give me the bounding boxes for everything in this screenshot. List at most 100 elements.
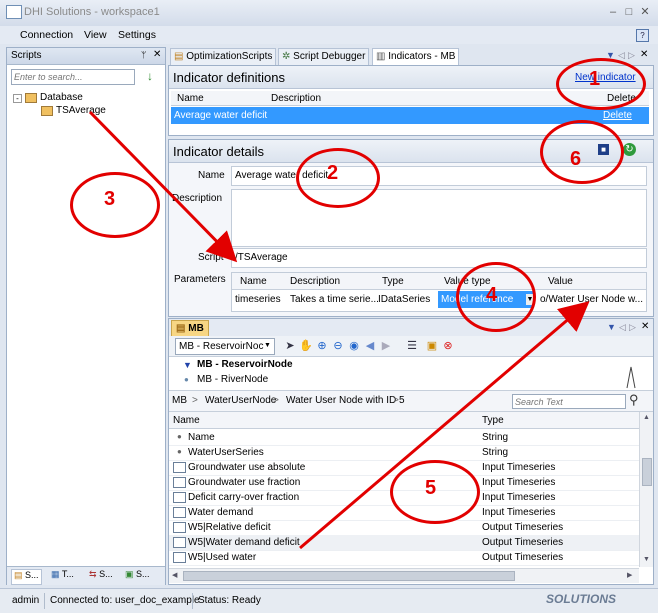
close-icon[interactable]: ✕ xyxy=(153,49,161,60)
delete-icon[interactable]: ⊗ xyxy=(441,339,455,353)
tab-timeseries[interactable]: ▦ T... xyxy=(51,569,74,583)
scroll-right-icon[interactable]: ▶ xyxy=(627,571,632,579)
map-view[interactable] xyxy=(304,357,652,389)
breadcrumb-separator: > xyxy=(273,395,279,406)
close-icon[interactable]: ✕ xyxy=(638,5,652,19)
chart-icon: ▦ xyxy=(51,569,60,579)
tab-dropdown-icon[interactable]: ▼ xyxy=(607,322,616,332)
timeseries-icon xyxy=(173,462,186,473)
property-row[interactable]: W5|Relative deficit Output Timeseries xyxy=(169,520,639,536)
restore-icon[interactable]: □ xyxy=(622,5,636,19)
breadcrumb-item[interactable]: MB xyxy=(172,395,187,406)
pan-icon[interactable]: ✋ xyxy=(299,339,313,353)
tree-item-database[interactable]: Database xyxy=(40,92,83,103)
tab-mb[interactable]: ▤ MB xyxy=(171,320,209,337)
param-value[interactable]: o/Water User Node w... xyxy=(540,294,643,305)
forward-icon[interactable]: ▶ xyxy=(379,339,393,353)
scripts-panel-title: Scripts xyxy=(11,50,42,61)
param-name: timeseries xyxy=(235,294,281,305)
edit-icon[interactable]: ▣ xyxy=(425,339,439,353)
node-list: ▼ MB - ReservoirNode ● MB - RiverNode xyxy=(169,357,304,389)
tab-optimization-scripts[interactable]: ▤ OptimizationScripts xyxy=(170,48,277,65)
breadcrumb-item[interactable]: WaterUserNode xyxy=(205,395,276,406)
param-col-description[interactable]: Description xyxy=(290,276,340,287)
menu-connection[interactable]: Connection xyxy=(20,29,73,41)
scripts-panel-header: Scripts ᛘ ✕ xyxy=(7,48,165,65)
definitions-title: Indicator definitions xyxy=(173,70,286,85)
col-description[interactable]: Description xyxy=(271,93,321,104)
param-col-type[interactable]: Type xyxy=(382,276,404,287)
scroll-down-icon[interactable]: ▼ xyxy=(643,556,650,563)
scroll-thumb[interactable] xyxy=(642,458,652,486)
annotation-circle-6 xyxy=(540,120,624,184)
param-col-value[interactable]: Value xyxy=(548,276,573,287)
tab-script-debugger[interactable]: ✲ Script Debugger xyxy=(278,48,370,65)
scroll-thumb[interactable] xyxy=(183,571,515,581)
menu-view[interactable]: View xyxy=(84,29,107,41)
search-icon[interactable]: ⚲ xyxy=(629,392,639,408)
tab-prev-icon[interactable]: ◁ xyxy=(619,322,626,333)
river-icon: ● xyxy=(184,375,189,384)
horizontal-scrollbar[interactable]: ◀ ▶ xyxy=(169,568,639,583)
scripts-search-box[interactable] xyxy=(11,69,135,85)
properties-search-input[interactable] xyxy=(513,395,625,408)
property-row[interactable]: ● WaterUserSeries String xyxy=(169,445,639,461)
layers-icon[interactable]: ☰ xyxy=(405,339,419,353)
param-type: IDataSeries xyxy=(378,294,431,305)
minimize-icon[interactable]: – xyxy=(606,5,620,19)
property-type: Output Timeseries xyxy=(482,537,564,548)
tab-s3[interactable]: ▣ S... xyxy=(125,569,150,583)
tab-next-icon[interactable]: ▷ xyxy=(628,50,635,61)
parameter-row[interactable]: timeseries Takes a time serie... IDataSe… xyxy=(232,291,646,309)
tab-label: S... xyxy=(99,569,113,579)
help-icon[interactable]: ? xyxy=(636,29,649,42)
back-icon[interactable]: ◀ xyxy=(363,339,377,353)
prop-col-type[interactable]: Type xyxy=(482,415,504,426)
scripts-search-input[interactable] xyxy=(12,70,134,84)
refresh-icon[interactable]: ↻ xyxy=(623,143,636,156)
tab-next-icon[interactable]: ▷ xyxy=(629,322,636,333)
properties-search-box[interactable] xyxy=(512,394,626,409)
script-label: Script xyxy=(198,252,224,263)
pointer-icon[interactable]: ➤ xyxy=(283,339,297,353)
script-field[interactable]: /TSAverage xyxy=(231,248,647,268)
scroll-left-icon[interactable]: ◀ xyxy=(172,571,177,579)
prop-col-name[interactable]: Name xyxy=(173,415,200,426)
zoom-in-icon[interactable]: ⊕ xyxy=(315,339,329,353)
collapse-icon[interactable]: - xyxy=(13,94,22,103)
property-row[interactable]: W5|Water demand deficit Output Timeseries xyxy=(169,535,639,551)
title-bar: DHI Solutions - workspace1 – □ ✕ xyxy=(0,0,658,27)
tab-scripts[interactable]: ▤ S... xyxy=(11,569,42,585)
script-field-value: /TSAverage xyxy=(235,252,288,263)
pin-icon[interactable]: ᛘ xyxy=(141,50,146,60)
property-name: Name xyxy=(188,432,215,443)
tab-s2[interactable]: ⇆ S... xyxy=(89,569,113,583)
zoom-out-icon[interactable]: ⊖ xyxy=(331,339,345,353)
download-icon[interactable]: ↓ xyxy=(147,69,153,83)
property-row[interactable]: W5|Used water Output Timeseries xyxy=(169,550,639,566)
property-type: Output Timeseries xyxy=(482,522,564,533)
delete-link[interactable]: Delete xyxy=(603,110,632,121)
zoom-extent-icon[interactable]: ◉ xyxy=(347,339,361,353)
annotation-number-4: 4 xyxy=(486,284,498,306)
property-type: Input Timeseries xyxy=(482,507,556,518)
timeseries-icon xyxy=(173,537,186,548)
node-river[interactable]: MB - RiverNode xyxy=(197,374,268,385)
tree-item-tsaverage[interactable]: TSAverage xyxy=(56,105,106,116)
col-name[interactable]: Name xyxy=(177,93,204,104)
close-icon[interactable]: ✕ xyxy=(640,49,648,60)
close-icon[interactable]: ✕ xyxy=(641,321,649,332)
indicator-icon: ▥ xyxy=(376,51,386,62)
model-selector[interactable]: MB - ReservoirNoc ▼ xyxy=(175,338,275,355)
property-row[interactable]: ● Name String xyxy=(169,430,639,446)
breadcrumb-item[interactable]: Water User Node with ID 5 xyxy=(286,395,405,406)
menu-settings[interactable]: Settings xyxy=(118,29,156,41)
vertical-scrollbar[interactable]: ▲ ▼ xyxy=(639,412,653,567)
scroll-up-icon[interactable]: ▲ xyxy=(643,414,650,421)
tab-label: Script Debugger xyxy=(293,51,366,62)
param-col-name[interactable]: Name xyxy=(240,276,267,287)
description-field[interactable] xyxy=(231,189,647,247)
description-label: Description xyxy=(172,193,223,204)
node-reservoir[interactable]: MB - ReservoirNode xyxy=(197,359,293,370)
tab-indicators-mb[interactable]: ▥ Indicators - MB xyxy=(372,48,460,65)
